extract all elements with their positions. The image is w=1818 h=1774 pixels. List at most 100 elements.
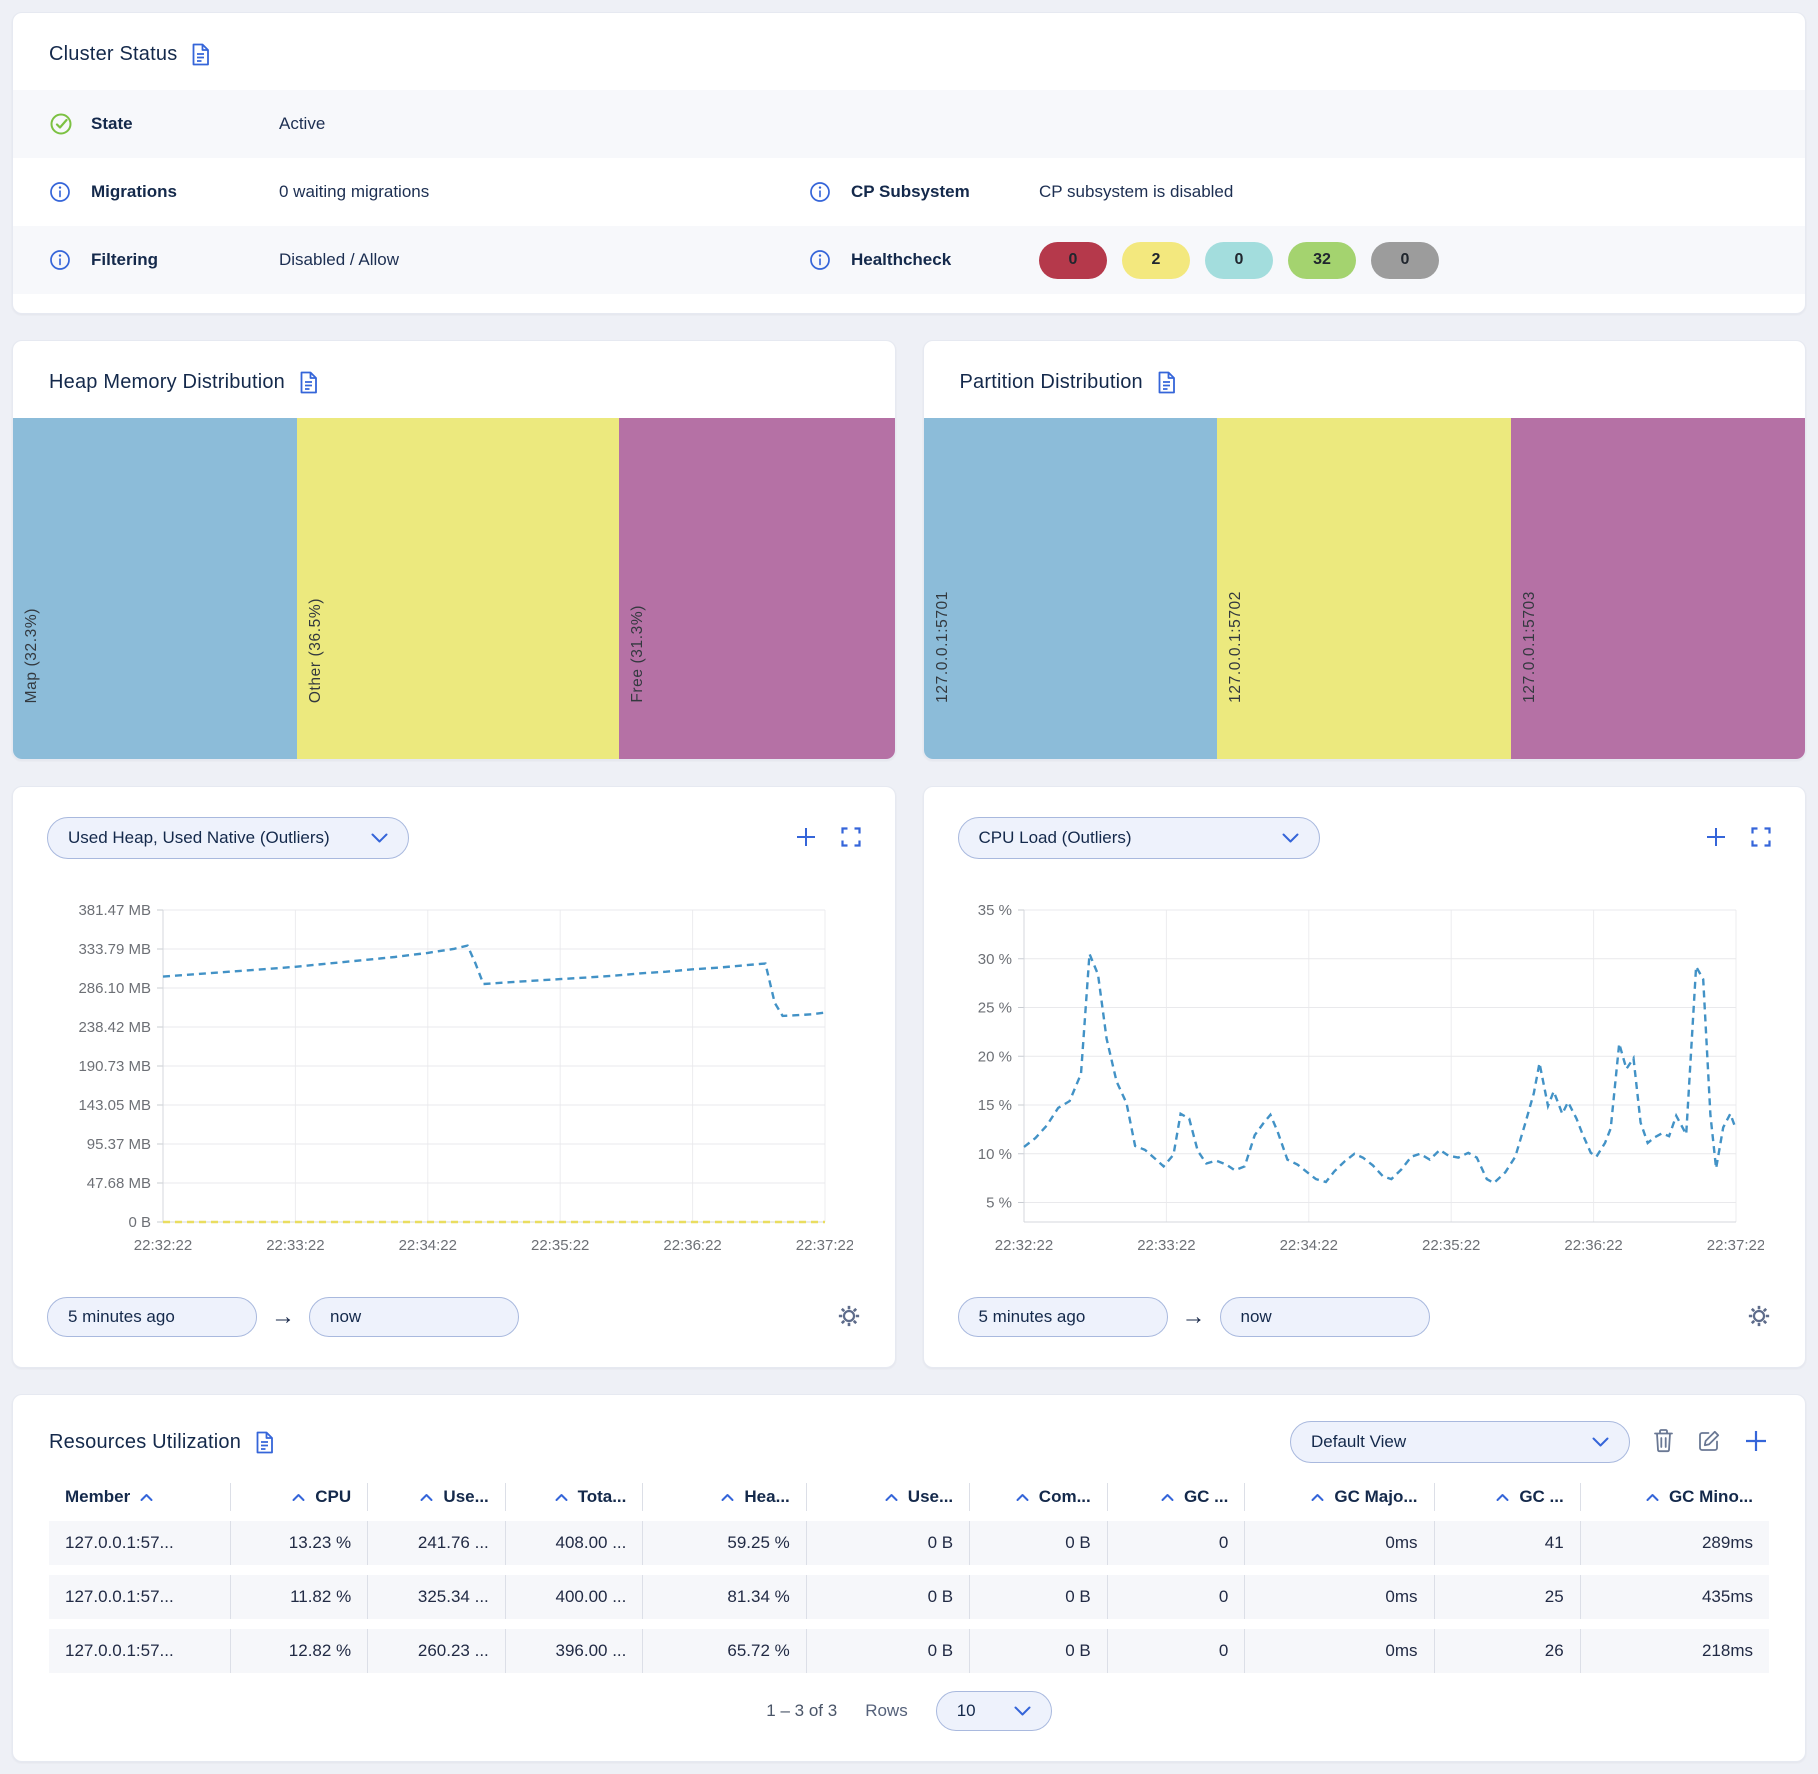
sort-up-icon bbox=[1646, 1493, 1659, 1502]
view-selector-label: Default View bbox=[1311, 1432, 1406, 1452]
info-icon[interactable] bbox=[809, 249, 839, 271]
heap-chart-canvas[interactable]: 22:32:2222:33:2222:34:2222:35:2222:36:22… bbox=[47, 894, 853, 1262]
cpu-chart-canvas[interactable]: 22:32:2222:33:2222:34:2222:35:2222:36:22… bbox=[958, 894, 1764, 1262]
trash-icon bbox=[1652, 1428, 1675, 1456]
delete-view-button[interactable] bbox=[1652, 1428, 1675, 1456]
filtering-label: Filtering bbox=[91, 250, 279, 270]
arrow-right-icon: → bbox=[1182, 1303, 1206, 1331]
distribution-segment: 127.0.0.1:5702 bbox=[1217, 418, 1511, 759]
table-row[interactable]: 127.0.0.1:57...13.23 %241.76 ...408.00 .… bbox=[49, 1521, 1769, 1565]
column-header-4[interactable]: Hea... bbox=[642, 1483, 805, 1511]
table-cell: 0ms bbox=[1244, 1575, 1433, 1619]
info-icon[interactable] bbox=[49, 249, 79, 271]
resources-utilization-panel: Resources Utilization Default View bbox=[12, 1394, 1806, 1762]
metric-selector-cpu[interactable]: CPU Load (Outliers) bbox=[958, 817, 1320, 859]
heap-distribution-title: Heap Memory Distribution bbox=[49, 371, 285, 394]
time-from-input[interactable]: 5 minutes ago bbox=[958, 1297, 1168, 1337]
metric-selector-label: CPU Load (Outliers) bbox=[979, 828, 1132, 848]
svg-text:22:33:22: 22:33:22 bbox=[266, 1237, 324, 1254]
table-cell: 0ms bbox=[1244, 1521, 1433, 1565]
gear-icon bbox=[837, 1304, 861, 1331]
info-icon[interactable] bbox=[49, 181, 79, 203]
sort-up-icon bbox=[292, 1493, 305, 1502]
table-cell: 435ms bbox=[1580, 1575, 1769, 1619]
svg-text:30 %: 30 % bbox=[977, 951, 1011, 968]
svg-text:22:36:22: 22:36:22 bbox=[1564, 1237, 1622, 1254]
status-row-filtering: Filtering Disabled / Allow Healthcheck 0… bbox=[13, 226, 1805, 294]
chart-settings-button[interactable] bbox=[837, 1304, 861, 1331]
column-header-2[interactable]: Use... bbox=[367, 1483, 505, 1511]
arrow-right-icon: → bbox=[271, 1303, 295, 1331]
chart-settings-button[interactable] bbox=[1747, 1304, 1771, 1331]
table-cell: 13.23 % bbox=[230, 1521, 368, 1565]
svg-text:22:34:22: 22:34:22 bbox=[399, 1237, 457, 1254]
column-header-0[interactable]: Member bbox=[49, 1483, 230, 1511]
svg-text:22:35:22: 22:35:22 bbox=[1422, 1237, 1480, 1254]
fullscreen-button[interactable] bbox=[1751, 827, 1771, 850]
table-cell: 127.0.0.1:57... bbox=[49, 1575, 230, 1619]
add-chart-button[interactable] bbox=[1705, 826, 1727, 851]
sort-up-icon bbox=[721, 1493, 734, 1502]
table-cell: 260.23 ... bbox=[367, 1629, 505, 1673]
healthcheck-badge-0: 0 bbox=[1039, 242, 1107, 279]
document-icon[interactable] bbox=[255, 1431, 274, 1454]
svg-text:20 %: 20 % bbox=[977, 1048, 1011, 1065]
metric-selector-heap[interactable]: Used Heap, Used Native (Outliers) bbox=[47, 817, 409, 859]
table-row[interactable]: 127.0.0.1:57...12.82 %260.23 ...396.00 .… bbox=[49, 1629, 1769, 1673]
healthcheck-badge-4: 0 bbox=[1371, 242, 1439, 279]
healthcheck-badge-2: 0 bbox=[1205, 242, 1273, 279]
migrations-value: 0 waiting migrations bbox=[279, 182, 429, 202]
table-cell: 218ms bbox=[1580, 1629, 1769, 1673]
column-header-3[interactable]: Tota... bbox=[505, 1483, 643, 1511]
svg-text:238.42 MB: 238.42 MB bbox=[78, 1019, 151, 1036]
time-to-input[interactable]: now bbox=[309, 1297, 519, 1337]
fullscreen-icon bbox=[1751, 827, 1771, 850]
chevron-down-icon bbox=[1282, 828, 1299, 848]
svg-text:22:32:22: 22:32:22 bbox=[134, 1237, 192, 1254]
table-cell: 127.0.0.1:57... bbox=[49, 1629, 230, 1673]
column-header-1[interactable]: CPU bbox=[230, 1483, 368, 1511]
fullscreen-button[interactable] bbox=[841, 827, 861, 850]
time-to-input[interactable]: now bbox=[1220, 1297, 1430, 1337]
migrations-label: Migrations bbox=[91, 182, 279, 202]
add-view-button[interactable] bbox=[1743, 1428, 1769, 1457]
column-header-8[interactable]: GC Majo... bbox=[1244, 1483, 1433, 1511]
info-icon[interactable] bbox=[809, 181, 839, 203]
partition-distribution-bar: 127.0.0.1:5701127.0.0.1:5702 127.0.0.1:57… bbox=[924, 418, 1806, 759]
column-header-10[interactable]: GC Mino... bbox=[1580, 1483, 1769, 1511]
time-from-input[interactable]: 5 minutes ago bbox=[47, 1297, 257, 1337]
svg-text:22:37:22: 22:37:22 bbox=[796, 1237, 853, 1254]
rows-per-page-selector[interactable]: 10 bbox=[936, 1691, 1052, 1731]
cluster-status-title: Cluster Status bbox=[49, 43, 177, 66]
column-header-9[interactable]: GC ... bbox=[1434, 1483, 1580, 1511]
view-selector[interactable]: Default View bbox=[1290, 1421, 1630, 1463]
svg-text:286.10 MB: 286.10 MB bbox=[78, 980, 151, 997]
svg-text:22:36:22: 22:36:22 bbox=[663, 1237, 721, 1254]
sort-up-icon bbox=[1496, 1493, 1509, 1502]
gear-icon bbox=[1747, 1304, 1771, 1331]
document-icon[interactable] bbox=[191, 43, 210, 66]
table-cell: 241.76 ... bbox=[367, 1521, 505, 1565]
column-header-6[interactable]: Com... bbox=[969, 1483, 1107, 1511]
document-icon[interactable] bbox=[1157, 371, 1176, 394]
column-header-5[interactable]: Use... bbox=[806, 1483, 969, 1511]
column-header-7[interactable]: GC ... bbox=[1107, 1483, 1245, 1511]
add-chart-button[interactable] bbox=[795, 826, 817, 851]
table-cell: 0 B bbox=[969, 1629, 1107, 1673]
distribution-segment: Map (32.3%) bbox=[13, 418, 297, 759]
segment-label: 127.0.0.1:5703 bbox=[1521, 591, 1539, 703]
state-value: Active bbox=[279, 114, 325, 134]
svg-text:35 %: 35 % bbox=[977, 902, 1011, 919]
edit-icon bbox=[1697, 1429, 1721, 1456]
document-icon[interactable] bbox=[299, 371, 318, 394]
svg-text:22:32:22: 22:32:22 bbox=[994, 1237, 1052, 1254]
table-cell: 127.0.0.1:57... bbox=[49, 1521, 230, 1565]
table-row[interactable]: 127.0.0.1:57...11.82 %325.34 ...400.00 .… bbox=[49, 1575, 1769, 1619]
edit-view-button[interactable] bbox=[1697, 1429, 1721, 1456]
distribution-segment: 127.0.0.1:5701 bbox=[924, 418, 1218, 759]
pagination-range: 1 – 3 of 3 bbox=[766, 1701, 837, 1721]
chevron-down-icon bbox=[1592, 1432, 1609, 1452]
status-row-migrations: Migrations 0 waiting migrations CP Subsy… bbox=[13, 158, 1805, 226]
table-cell: 408.00 ... bbox=[505, 1521, 643, 1565]
sort-up-icon bbox=[1016, 1493, 1029, 1502]
